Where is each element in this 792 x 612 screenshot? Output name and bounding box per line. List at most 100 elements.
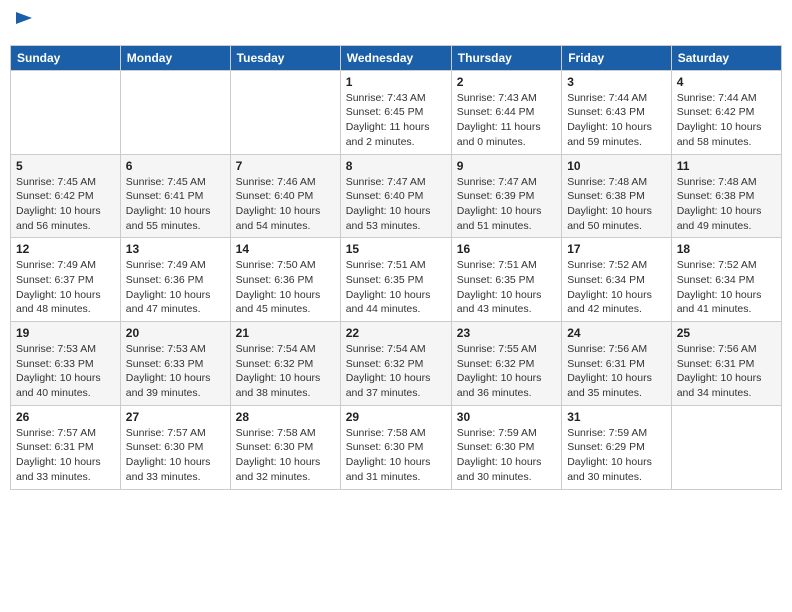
day-info: Sunrise: 7:50 AM Sunset: 6:36 PM Dayligh… [236,258,335,317]
calendar-cell: 30 Sunrise: 7:59 AM Sunset: 6:30 PM Dayli… [451,405,561,489]
day-number: 30 [457,410,556,424]
day-number: 7 [236,159,335,173]
calendar-cell: 17Sunrise: 7:52 AM Sunset: 6:34 PM Dayli… [562,238,672,322]
calendar-cell: 14Sunrise: 7:50 AM Sunset: 6:36 PM Dayli… [230,238,340,322]
day-number: 8 [346,159,446,173]
day-info: Sunrise: 7:47 AM Sunset: 6:39 PM Dayligh… [457,175,556,234]
calendar-cell [671,405,781,489]
calendar-cell: 7 Sunrise: 7:46 AM Sunset: 6:40 PM Daylig… [230,154,340,238]
day-number: 16 [457,242,556,256]
calendar-cell: 25 Sunrise: 7:56 AM Sunset: 6:31 PM Dayli… [671,322,781,406]
day-number: 28 [236,410,335,424]
calendar-cell: 20 Sunrise: 7:53 AM Sunset: 6:33 PM Dayli… [120,322,230,406]
weekday-header-thursday: Thursday [451,45,561,70]
day-info: Sunrise: 7:44 AM Sunset: 6:43 PM Dayligh… [567,91,666,150]
logo-flag-icon [12,10,36,34]
calendar-cell: 6Sunrise: 7:45 AM Sunset: 6:41 PM Daylig… [120,154,230,238]
calendar-cell: 27 Sunrise: 7:57 AM Sunset: 6:30 PM Dayli… [120,405,230,489]
day-number: 13 [126,242,225,256]
day-info: Sunrise: 7:57 AM Sunset: 6:31 PM Dayligh… [16,426,115,485]
calendar-cell: 9 Sunrise: 7:47 AM Sunset: 6:39 PM Daylig… [451,154,561,238]
day-number: 17 [567,242,666,256]
calendar-cell: 12 Sunrise: 7:49 AM Sunset: 6:37 PM Dayli… [11,238,121,322]
day-number: 9 [457,159,556,173]
day-number: 20 [126,326,225,340]
day-info: Sunrise: 7:51 AM Sunset: 6:35 PM Dayligh… [346,258,446,317]
day-info: Sunrise: 7:56 AM Sunset: 6:31 PM Dayligh… [677,342,776,401]
calendar-cell: 26 Sunrise: 7:57 AM Sunset: 6:31 PM Dayli… [11,405,121,489]
calendar-cell: 5 Sunrise: 7:45 AM Sunset: 6:42 PM Daylig… [11,154,121,238]
calendar-cell [11,70,121,154]
calendar-week-row: 1 Sunrise: 7:43 AM Sunset: 6:45 PM Daylig… [11,70,782,154]
day-info: Sunrise: 7:44 AM Sunset: 6:42 PM Dayligh… [677,91,776,150]
day-info: Sunrise: 7:59 AM Sunset: 6:29 PM Dayligh… [567,426,666,485]
day-number: 21 [236,326,335,340]
calendar-cell: 22Sunrise: 7:54 AM Sunset: 6:32 PM Dayli… [340,322,451,406]
day-number: 19 [16,326,115,340]
day-number: 15 [346,242,446,256]
calendar-cell: 28 Sunrise: 7:58 AM Sunset: 6:30 PM Dayli… [230,405,340,489]
calendar-header-row: SundayMondayTuesdayWednesdayThursdayFrid… [11,45,782,70]
calendar-cell: 11 Sunrise: 7:48 AM Sunset: 6:38 PM Dayli… [671,154,781,238]
day-number: 3 [567,75,666,89]
day-info: Sunrise: 7:54 AM Sunset: 6:32 PM Dayligh… [346,342,446,401]
day-info: Sunrise: 7:57 AM Sunset: 6:30 PM Dayligh… [126,426,225,485]
day-info: Sunrise: 7:48 AM Sunset: 6:38 PM Dayligh… [567,175,666,234]
day-number: 29 [346,410,446,424]
day-number: 31 [567,410,666,424]
day-info: Sunrise: 7:45 AM Sunset: 6:42 PM Dayligh… [16,175,115,234]
calendar-cell: 19 Sunrise: 7:53 AM Sunset: 6:33 PM Dayli… [11,322,121,406]
day-info: Sunrise: 7:47 AM Sunset: 6:40 PM Dayligh… [346,175,446,234]
day-number: 24 [567,326,666,340]
day-info: Sunrise: 7:46 AM Sunset: 6:40 PM Dayligh… [236,175,335,234]
day-number: 11 [677,159,776,173]
day-info: Sunrise: 7:56 AM Sunset: 6:31 PM Dayligh… [567,342,666,401]
weekday-header-monday: Monday [120,45,230,70]
weekday-header-sunday: Sunday [11,45,121,70]
day-number: 18 [677,242,776,256]
calendar-cell: 31 Sunrise: 7:59 AM Sunset: 6:29 PM Dayli… [562,405,672,489]
day-number: 25 [677,326,776,340]
day-number: 4 [677,75,776,89]
calendar-cell: 3 Sunrise: 7:44 AM Sunset: 6:43 PM Daylig… [562,70,672,154]
day-number: 1 [346,75,446,89]
calendar-cell [230,70,340,154]
day-number: 27 [126,410,225,424]
weekday-header-saturday: Saturday [671,45,781,70]
weekday-header-tuesday: Tuesday [230,45,340,70]
calendar-cell: 4 Sunrise: 7:44 AM Sunset: 6:42 PM Daylig… [671,70,781,154]
day-number: 5 [16,159,115,173]
logo [10,10,36,39]
day-info: Sunrise: 7:51 AM Sunset: 6:35 PM Dayligh… [457,258,556,317]
day-info: Sunrise: 7:43 AM Sunset: 6:45 PM Dayligh… [346,91,446,150]
day-info: Sunrise: 7:54 AM Sunset: 6:32 PM Dayligh… [236,342,335,401]
day-info: Sunrise: 7:55 AM Sunset: 6:32 PM Dayligh… [457,342,556,401]
calendar-cell: 13Sunrise: 7:49 AM Sunset: 6:36 PM Dayli… [120,238,230,322]
calendar-week-row: 19 Sunrise: 7:53 AM Sunset: 6:33 PM Dayli… [11,322,782,406]
calendar-cell: 29Sunrise: 7:58 AM Sunset: 6:30 PM Dayli… [340,405,451,489]
calendar-week-row: 12 Sunrise: 7:49 AM Sunset: 6:37 PM Dayli… [11,238,782,322]
day-info: Sunrise: 7:43 AM Sunset: 6:44 PM Dayligh… [457,91,556,150]
day-number: 2 [457,75,556,89]
calendar-cell: 8 Sunrise: 7:47 AM Sunset: 6:40 PM Daylig… [340,154,451,238]
calendar-cell: 24 Sunrise: 7:56 AM Sunset: 6:31 PM Dayli… [562,322,672,406]
weekday-header-wednesday: Wednesday [340,45,451,70]
day-number: 10 [567,159,666,173]
day-number: 26 [16,410,115,424]
day-number: 12 [16,242,115,256]
day-info: Sunrise: 7:58 AM Sunset: 6:30 PM Dayligh… [236,426,335,485]
calendar-cell: 15 Sunrise: 7:51 AM Sunset: 6:35 PM Dayli… [340,238,451,322]
day-info: Sunrise: 7:53 AM Sunset: 6:33 PM Dayligh… [16,342,115,401]
calendar-cell: 16 Sunrise: 7:51 AM Sunset: 6:35 PM Dayli… [451,238,561,322]
calendar-cell: 2 Sunrise: 7:43 AM Sunset: 6:44 PM Daylig… [451,70,561,154]
calendar-cell: 23Sunrise: 7:55 AM Sunset: 6:32 PM Dayli… [451,322,561,406]
calendar-table: SundayMondayTuesdayWednesdayThursdayFrid… [10,45,782,490]
calendar-cell: 21 Sunrise: 7:54 AM Sunset: 6:32 PM Dayli… [230,322,340,406]
day-info: Sunrise: 7:49 AM Sunset: 6:37 PM Dayligh… [16,258,115,317]
day-number: 6 [126,159,225,173]
day-info: Sunrise: 7:53 AM Sunset: 6:33 PM Dayligh… [126,342,225,401]
day-info: Sunrise: 7:48 AM Sunset: 6:38 PM Dayligh… [677,175,776,234]
calendar-cell: 1 Sunrise: 7:43 AM Sunset: 6:45 PM Daylig… [340,70,451,154]
day-info: Sunrise: 7:59 AM Sunset: 6:30 PM Dayligh… [457,426,556,485]
calendar-cell: 18Sunrise: 7:52 AM Sunset: 6:34 PM Dayli… [671,238,781,322]
